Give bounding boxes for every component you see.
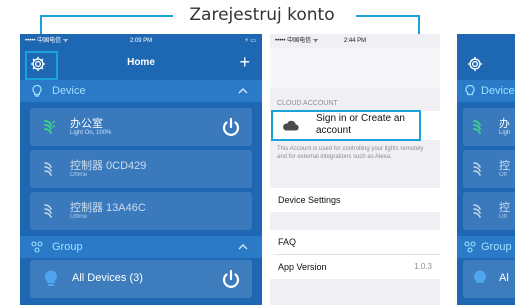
clock: 2:44 PM	[343, 38, 367, 44]
callout-line-left-h	[40, 15, 173, 17]
chevron-up-icon	[238, 244, 248, 250]
lamp-off-icon	[44, 162, 52, 176]
gear-highlight	[25, 51, 58, 80]
app-version-label: App Version	[278, 262, 327, 272]
power-button-icon[interactable]	[220, 116, 242, 138]
device-row[interactable]: 控 Off	[463, 192, 515, 230]
device-settings-row[interactable]: Device Settings	[270, 188, 440, 212]
group-section-header[interactable]: Group	[457, 236, 515, 258]
device-status: Offline	[70, 172, 88, 178]
lamp-off-icon	[473, 162, 481, 176]
home-screen-partial: Device 办 Ligh 控 Off 控 Off Group Al	[457, 34, 515, 305]
lamp-off-icon	[44, 204, 52, 218]
lightbulb-outline-icon	[465, 84, 475, 96]
device-section-header[interactable]: Device	[457, 80, 515, 102]
clock: 2:09 PM	[129, 38, 153, 44]
sign-in-highlight	[271, 110, 421, 141]
device-name: 办公室	[70, 118, 103, 130]
device-status: Ligh	[499, 130, 511, 136]
device-row-office[interactable]: 办公室 Light On, 100%	[30, 108, 252, 146]
lamp-off-icon	[473, 204, 481, 218]
device-status: Off	[499, 172, 507, 178]
power-button-icon[interactable]	[220, 268, 242, 290]
group-name: All Devices (3)	[72, 272, 143, 284]
lamp-on-icon	[473, 120, 481, 134]
settings-screen: ••••• 中国电信 ᯤ 2:44 PM CLOUD ACCOUNT Sign …	[270, 34, 440, 305]
lamp-on-icon	[44, 120, 56, 134]
callout-label: Zarejestruj konto	[189, 5, 335, 25]
group-row[interactable]: Al	[463, 260, 515, 298]
app-version-value: 1.0.3	[414, 262, 432, 271]
device-name: 控制器 0CD429	[70, 160, 147, 172]
battery-indicator: ⚡ ▭	[244, 38, 256, 44]
group-section-header[interactable]: Group	[20, 236, 262, 258]
faq-row[interactable]: FAQ	[270, 230, 440, 254]
group-icon	[31, 241, 43, 253]
device-name: 控	[499, 160, 510, 172]
device-name: 控制器 13A46C	[70, 202, 146, 214]
group-section-label: Group	[52, 241, 83, 253]
settings-nav-bar	[270, 48, 440, 88]
device-status: Offline	[70, 214, 88, 220]
device-status: Off	[499, 214, 507, 220]
lightbulb-outline-icon	[32, 84, 42, 97]
device-settings-label: Device Settings	[278, 195, 341, 205]
status-bar: ••••• 中国电信 ᯤ 2:44 PM	[270, 34, 440, 48]
group-row-all-devices[interactable]: All Devices (3)	[30, 260, 252, 298]
device-name: 控	[499, 202, 510, 214]
group-section-label: Group	[481, 241, 512, 253]
device-row-controller-2[interactable]: 控制器 13A46C Offline	[30, 192, 252, 230]
status-bar: ••••• 中国电信 ᯤ 2:09 PM ⚡ ▭	[20, 34, 262, 48]
device-row[interactable]: 控 Off	[463, 150, 515, 188]
device-section-label: Device	[52, 85, 86, 97]
group-icon	[464, 241, 476, 253]
device-row[interactable]: 办 Ligh	[463, 108, 515, 146]
cloud-account-header: CLOUD ACCOUNT	[277, 100, 338, 107]
device-section-header[interactable]: Device	[20, 80, 262, 102]
group-name: Al	[499, 272, 509, 284]
device-section-label: Device	[481, 85, 515, 97]
device-name: 办	[499, 118, 510, 130]
gear-icon[interactable]	[466, 55, 484, 73]
account-description: This Account is used for controlling you…	[277, 146, 424, 160]
device-row-controller-1[interactable]: 控制器 0CD429 Offline	[30, 150, 252, 188]
add-device-button[interactable]: +	[239, 53, 250, 71]
callout-line-right-h	[356, 15, 420, 17]
app-version-row: App Version 1.0.3	[270, 255, 440, 279]
chevron-up-icon	[238, 88, 248, 94]
device-status: Light On, 100%	[70, 130, 112, 136]
lightbulb-icon	[45, 270, 57, 286]
faq-label: FAQ	[278, 237, 297, 247]
lightbulb-icon	[474, 270, 486, 283]
